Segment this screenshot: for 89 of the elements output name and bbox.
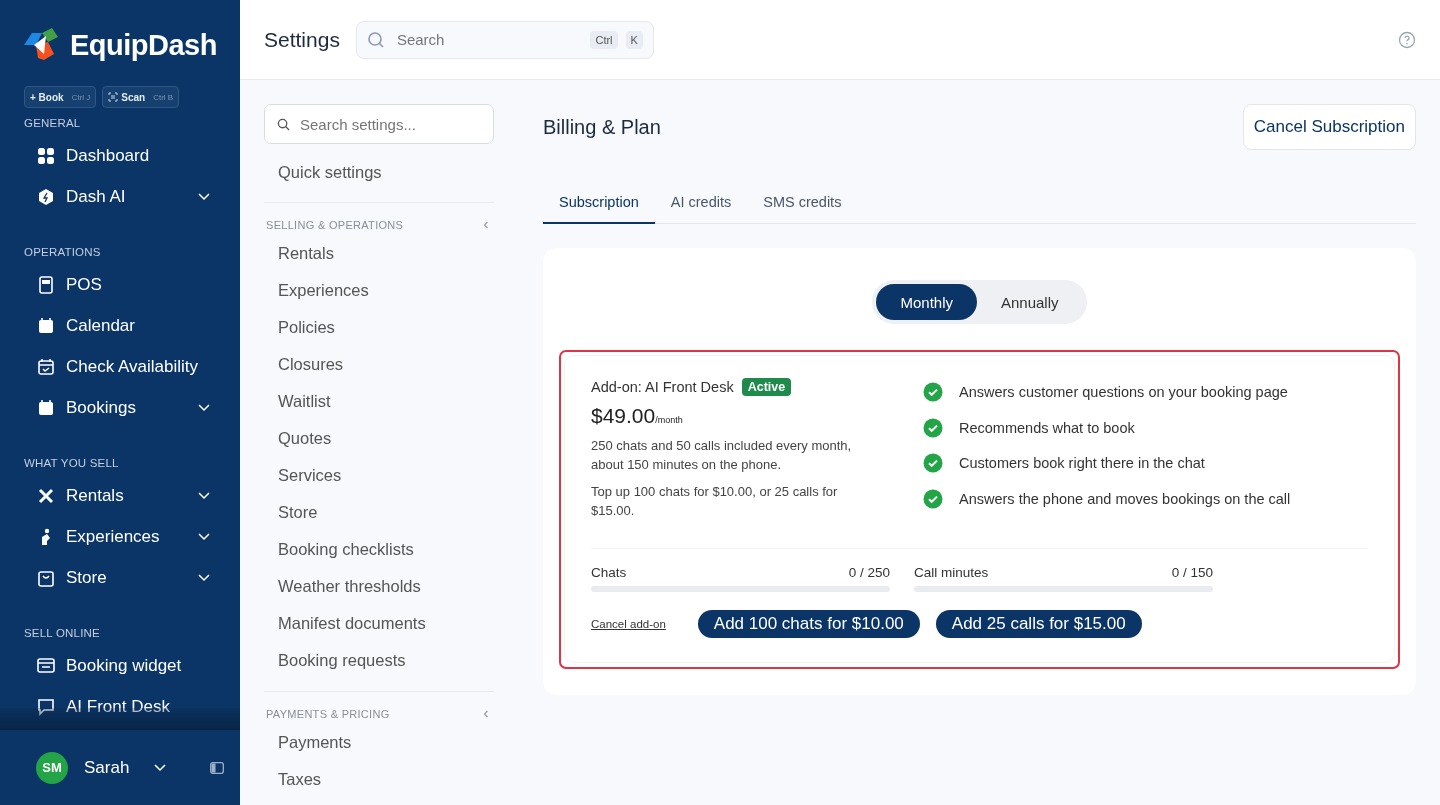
- settings-link[interactable]: Experiences: [264, 272, 494, 309]
- chevron-left-icon[interactable]: [482, 710, 490, 718]
- quick-action-button[interactable]: + Book Ctrl J: [24, 86, 97, 108]
- settings-link[interactable]: Manifest documents: [264, 605, 494, 642]
- settings-link[interactable]: Payments: [264, 724, 494, 761]
- addon-title: Add-on: AI Front Desk: [591, 379, 734, 395]
- nav-item[interactable]: Dash AI: [0, 176, 240, 217]
- nav-item[interactable]: Bookings: [0, 387, 240, 428]
- group-heading: PAYMENTS & PRICING: [266, 708, 390, 720]
- settings-link[interactable]: Closures: [264, 346, 494, 383]
- page-title: Settings: [264, 27, 340, 52]
- section-heading: WHAT YOU SELL: [23, 456, 120, 471]
- section-heading: OPERATIONS: [23, 245, 102, 260]
- nav-item[interactable]: Booking widget: [0, 645, 240, 686]
- cancel-subscription-button[interactable]: Cancel Subscription: [1242, 104, 1416, 150]
- check-circle-icon: [923, 453, 943, 473]
- addon-description: 250 chats and 50 calls included every month, about 150 minutes on the phone.: [591, 437, 853, 474]
- sidebar-toggle-icon[interactable]: [210, 761, 224, 774]
- search-icon: [366, 30, 385, 49]
- search-field[interactable]: Search: [392, 30, 583, 49]
- status-badge: Active: [741, 378, 792, 396]
- feature-text: Answers the phone and moves bookings on the call: [959, 490, 1291, 507]
- keyboard-key: K: [625, 30, 643, 49]
- settings-search-field[interactable]: Search settings...: [298, 114, 481, 134]
- cancel-addon-link[interactable]: Cancel add-on: [591, 618, 666, 630]
- search-bar[interactable]: Search Ctrl K: [355, 20, 654, 59]
- settings-link[interactable]: Waitlist: [264, 383, 494, 420]
- register-icon: [37, 275, 55, 294]
- nav-item[interactable]: Check Availability: [0, 346, 240, 387]
- nav-item[interactable]: Experiences: [0, 516, 240, 557]
- user-name[interactable]: Sarah: [80, 757, 142, 778]
- scan-icon: [108, 92, 119, 102]
- chat-icon: [37, 697, 55, 716]
- add-credits-button[interactable]: Add 25 calls for $15.00: [935, 610, 1142, 638]
- nav-item[interactable]: Calendar: [0, 305, 240, 346]
- settings-link[interactable]: Quotes: [264, 420, 494, 457]
- nav-item[interactable]: POS: [0, 264, 240, 305]
- settings-link[interactable]: Store: [264, 494, 494, 531]
- settings-search-bar[interactable]: Search settings...: [264, 104, 494, 144]
- calendar-icon: [37, 398, 55, 417]
- settings-link[interactable]: Services: [264, 457, 494, 494]
- grid-icon: [37, 146, 55, 165]
- meter-label: Call minutes: [914, 565, 989, 580]
- nav-item[interactable]: AI Front Desk: [0, 686, 240, 727]
- feature-text: Customers book right there in the chat: [959, 455, 1205, 471]
- feature-text: Recommends what to book: [959, 419, 1135, 436]
- section-heading: GENERAL: [23, 116, 82, 131]
- keyboard-key: Ctrl: [590, 30, 618, 49]
- tab[interactable]: Subscription: [543, 182, 655, 224]
- group-heading: SELLING & OPERATIONS: [266, 219, 404, 231]
- add-credits-button[interactable]: Add 100 chats for $10.00: [697, 610, 920, 638]
- tab[interactable]: SMS credits: [747, 182, 858, 224]
- check-circle-icon: [923, 382, 943, 402]
- billing-period-option[interactable]: Monthly: [876, 284, 977, 320]
- billing-period-option[interactable]: Annually: [977, 284, 1083, 320]
- tab[interactable]: AI credits: [654, 182, 748, 224]
- nav-item[interactable]: Store: [0, 557, 240, 598]
- bag-icon: [37, 568, 55, 587]
- nav-item[interactable]: Rentals: [0, 475, 240, 516]
- meter-reading: 0 / 250: [848, 565, 890, 580]
- meter-reading: 0 / 150: [1171, 565, 1213, 580]
- price: $49.00: [591, 404, 656, 427]
- calendar-icon: [37, 316, 55, 335]
- meter-label: Chats: [591, 565, 627, 580]
- settings-link[interactable]: Quick settings: [264, 152, 494, 203]
- price-period: /month: [655, 415, 683, 425]
- nav-item[interactable]: Dashboard: [0, 135, 240, 176]
- search-icon: [277, 117, 290, 131]
- settings-link[interactable]: Taxes: [264, 761, 494, 798]
- brand-name: EquipDash: [70, 28, 217, 62]
- section-heading: SELL ONLINE: [23, 626, 101, 641]
- check-circle-icon: [923, 417, 943, 438]
- section-title: Billing & Plan: [543, 115, 661, 139]
- logo-icon: [24, 28, 60, 62]
- chevron-left-icon[interactable]: [482, 221, 490, 229]
- settings-link[interactable]: Booking requests: [264, 642, 494, 679]
- feature-text: Answers customer questions on your booking page: [959, 384, 1288, 400]
- quick-action-button[interactable]: Scan Ctrl B: [102, 86, 180, 108]
- settings-link[interactable]: Weather thresholds: [264, 568, 494, 605]
- calendar-icon: [37, 357, 55, 376]
- window-icon: [37, 656, 55, 675]
- chevron-down-icon[interactable]: [154, 763, 166, 772]
- settings-link[interactable]: Policies: [264, 309, 494, 346]
- check-circle-icon: [923, 488, 943, 509]
- hexagon-icon: [37, 187, 55, 206]
- topup-note: Top up 100 chats for $10.00, or 25 calls for $15.00.: [591, 483, 839, 520]
- settings-link[interactable]: Rentals: [264, 235, 494, 272]
- help-icon[interactable]: [1398, 30, 1416, 49]
- settings-link[interactable]: Booking checklists: [264, 531, 494, 568]
